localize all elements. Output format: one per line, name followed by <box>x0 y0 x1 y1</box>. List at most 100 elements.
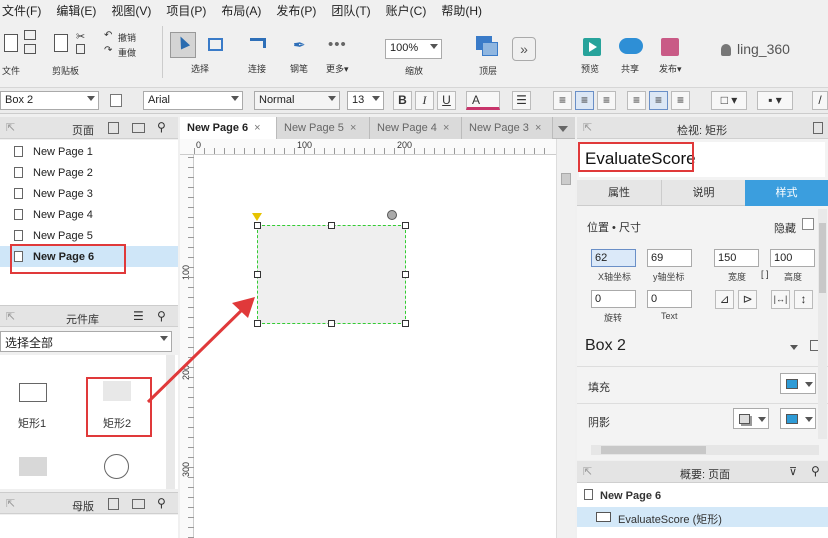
scroll-thumb[interactable] <box>601 446 706 454</box>
menu-publish[interactable]: 发布(P) <box>276 2 316 19</box>
italic-button[interactable]: I <box>415 91 434 110</box>
page-item[interactable]: New Page 4 <box>0 204 178 225</box>
selected-rectangle[interactable] <box>257 225 406 324</box>
bullet-list-button[interactable]: ☰ <box>512 91 531 110</box>
height-input[interactable]: 100 <box>770 249 815 267</box>
connect-icon[interactable] <box>250 38 266 48</box>
scroll-thumb[interactable] <box>819 223 826 293</box>
menu-file[interactable]: 文件(F) <box>2 2 41 19</box>
underline-button[interactable]: U <box>437 91 456 110</box>
inspector-vscrollbar[interactable] <box>818 209 827 439</box>
line-button[interactable]: / <box>812 91 828 110</box>
tab-new-page-6[interactable]: New Page 6 × <box>180 117 277 139</box>
add-folder-icon[interactable] <box>132 499 145 509</box>
inspector-menu-icon[interactable] <box>813 122 823 134</box>
add-master-icon[interactable] <box>108 498 119 510</box>
redo-button[interactable]: 重做 <box>118 46 136 59</box>
page-item[interactable]: New Page 1 <box>0 141 178 162</box>
shadow-color-picker[interactable] <box>780 408 816 429</box>
resize-handle[interactable] <box>254 222 261 229</box>
resize-handle[interactable] <box>402 271 409 278</box>
style-edit-icon[interactable] <box>110 94 122 107</box>
fill-color-picker[interactable] <box>780 373 816 394</box>
search-icon[interactable]: ⚲ <box>811 464 820 478</box>
resize-handle[interactable] <box>328 222 335 229</box>
font-size-select[interactable]: 13 <box>347 91 384 110</box>
more-label[interactable]: 更多▾ <box>326 62 349 75</box>
menu-team[interactable]: 团队(T) <box>331 2 370 19</box>
collapse-icon[interactable]: ⇱ <box>6 121 15 134</box>
rotate-handle[interactable] <box>387 210 397 220</box>
menu-view[interactable]: 视图(V) <box>111 2 151 19</box>
hidden-checkbox[interactable] <box>802 218 814 230</box>
rectangle3-widget[interactable] <box>19 457 47 476</box>
style-name[interactable]: Box 2 <box>585 337 626 355</box>
flip-horizontal-button[interactable]: ⊿ <box>715 290 734 309</box>
shadow-button[interactable]: ▪ ▾ <box>757 91 793 110</box>
outline-item-selected[interactable]: EvaluateScore (矩形) <box>577 507 828 527</box>
font-color-button[interactable]: A <box>466 91 500 110</box>
select-area-icon[interactable] <box>208 38 223 51</box>
valign-middle-button[interactable]: ≡ <box>649 91 668 110</box>
search-icon[interactable]: ⚲ <box>157 120 166 134</box>
paste-icon[interactable] <box>54 34 68 52</box>
tab-close-icon[interactable]: × <box>254 122 260 134</box>
resize-handle[interactable] <box>402 222 409 229</box>
tab-new-page-5[interactable]: New Page 5 × <box>277 117 370 139</box>
user-name[interactable]: ling_360 <box>737 41 790 57</box>
border-button[interactable]: □ ▾ <box>711 91 747 110</box>
expand-toolbar-button[interactable]: » <box>512 37 536 61</box>
collapse-icon[interactable]: ⇱ <box>6 497 15 510</box>
tabs-dropdown-icon[interactable] <box>558 126 568 132</box>
canvas-scrollbar[interactable] <box>556 139 575 538</box>
flip-vertical-button[interactable]: ⊳ <box>738 290 757 309</box>
collapse-icon[interactable]: ⇱ <box>583 465 592 478</box>
tab-new-page-3[interactable]: New Page 3 × <box>462 117 553 139</box>
tab-close-icon[interactable]: × <box>443 122 449 134</box>
bold-button[interactable]: B <box>393 91 412 110</box>
publish-label[interactable]: 发布▾ <box>659 62 682 75</box>
share-label[interactable]: 共享 <box>621 62 639 75</box>
rotation-input[interactable]: 0 <box>591 290 636 308</box>
more-icon[interactable]: ••• <box>328 36 347 53</box>
resize-handle[interactable] <box>254 271 261 278</box>
menu-project[interactable]: 项目(P) <box>166 2 206 19</box>
page-item[interactable]: New Page 3 <box>0 183 178 204</box>
widget-name-select[interactable]: Box 2 <box>0 91 99 110</box>
scroll-thumb[interactable] <box>561 173 571 185</box>
page-item[interactable]: New Page 2 <box>0 162 178 183</box>
tab-close-icon[interactable]: × <box>350 122 356 134</box>
resize-handle[interactable] <box>328 320 335 327</box>
new-file-icon[interactable] <box>4 34 18 52</box>
distribute-horizontal-button[interactable]: |↔| <box>771 290 790 309</box>
align-right-button[interactable]: ≡ <box>597 91 616 110</box>
x-input[interactable]: 62 <box>591 249 636 267</box>
open-icon[interactable] <box>24 44 36 54</box>
menu-help[interactable]: 帮助(H) <box>441 2 482 19</box>
inspector-hscrollbar[interactable] <box>591 445 819 455</box>
resize-handle[interactable] <box>402 320 409 327</box>
tab-new-page-4[interactable]: New Page 4 × <box>370 117 462 139</box>
font-style-select[interactable]: Normal <box>254 91 340 110</box>
distribute-vertical-button[interactable]: ↕ <box>794 290 813 309</box>
font-family-select[interactable]: Arial <box>143 91 243 110</box>
add-folder-icon[interactable] <box>132 123 145 133</box>
collapse-icon[interactable]: ⇱ <box>6 310 15 323</box>
width-input[interactable]: 150 <box>714 249 759 267</box>
align-center-button[interactable]: ≡ <box>575 91 594 110</box>
pen-icon[interactable]: ✒ <box>293 36 306 54</box>
zoom-select[interactable]: 100% <box>385 39 442 59</box>
ellipse-widget[interactable] <box>104 454 129 479</box>
rectangle1-widget[interactable] <box>19 383 47 402</box>
menu-account[interactable]: 账户(C) <box>386 2 427 19</box>
filter-icon[interactable]: ⊽ <box>789 465 797 478</box>
style-dropdown-icon[interactable] <box>790 345 798 350</box>
valign-bottom-button[interactable]: ≡ <box>671 91 690 110</box>
collapse-icon[interactable]: ⇱ <box>583 121 592 134</box>
page-item[interactable]: New Page 5 <box>0 225 178 246</box>
cloud-upload-icon[interactable] <box>619 38 643 54</box>
menu-edit[interactable]: 编辑(E) <box>56 2 96 19</box>
valign-top-button[interactable]: ≡ <box>627 91 646 110</box>
save-icon[interactable] <box>24 30 36 40</box>
tab-properties[interactable]: 属性 <box>577 180 661 206</box>
